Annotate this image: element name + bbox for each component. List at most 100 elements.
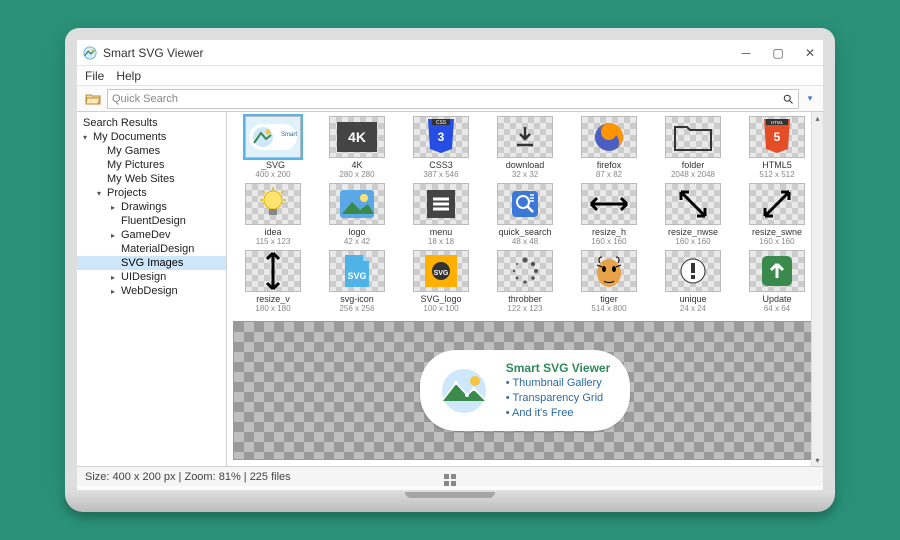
thumbnail-grid: Smart SVG_SVG400 x 2004K4K280 x 2803CSSC… xyxy=(227,112,823,317)
throbber-icon xyxy=(497,250,553,292)
search-input[interactable]: Quick Search xyxy=(107,89,799,109)
4k-icon: 4K xyxy=(329,116,385,158)
tree-item[interactable]: ▸WebDesign xyxy=(77,284,226,298)
download-icon xyxy=(497,116,553,158)
thumbnail[interactable]: tiger514 x 800 xyxy=(569,250,649,313)
thumbnail-dimensions: 87 x 82 xyxy=(596,170,622,179)
thumbnail-name: HTML5 xyxy=(762,160,792,170)
thumbnail[interactable]: menu18 x 18 xyxy=(401,183,481,246)
app-title: Smart SVG Viewer xyxy=(103,46,203,60)
thumbnail-dimensions: 32 x 32 xyxy=(512,170,538,179)
toolbar-dropdown[interactable]: ▾ xyxy=(803,93,817,104)
svg-file-icon: SVG xyxy=(329,250,385,292)
minimize-button[interactable]: ─ xyxy=(739,46,753,60)
thumbnail-dimensions: 160 x 160 xyxy=(675,237,710,246)
maximize-button[interactable]: ▢ xyxy=(771,46,785,60)
tree-item[interactable]: FluentDesign xyxy=(77,214,226,228)
thumbnail[interactable]: unique24 x 24 xyxy=(653,250,733,313)
tiger-icon xyxy=(581,250,637,292)
tree-item[interactable]: My Pictures xyxy=(77,158,226,172)
resize-swne-icon xyxy=(749,183,805,225)
logo-icon xyxy=(329,183,385,225)
thumbnail[interactable]: 4K4K280 x 280 xyxy=(317,116,397,179)
tree-search-results[interactable]: Search Results xyxy=(77,116,226,130)
tree-item[interactable]: ▸Drawings xyxy=(77,200,226,214)
thumbnail[interactable]: resize_swne160 x 160 xyxy=(737,183,817,246)
thumbnail[interactable]: folder2048 x 2048 xyxy=(653,116,733,179)
scrollbar[interactable]: ▴ ▾ xyxy=(811,112,823,466)
thumbnail-dimensions: 24 x 24 xyxy=(680,304,706,313)
tree-item[interactable]: ▾Projects xyxy=(77,186,226,200)
thumbnail[interactable]: firefox87 x 82 xyxy=(569,116,649,179)
svg-text:Smart SVG: Smart SVG xyxy=(281,132,297,138)
thumbnail-dimensions: 514 x 800 xyxy=(591,304,626,313)
thumbnail-name: unique xyxy=(679,294,706,304)
preview-line-1: • Thumbnail Gallery xyxy=(506,376,611,391)
thumbnail-dimensions: 387 x 546 xyxy=(423,170,458,179)
thumbnail-dimensions: 400 x 200 xyxy=(255,170,290,179)
thumbnail[interactable]: SVGSVG_logo100 x 100 xyxy=(401,250,481,313)
open-folder-button[interactable] xyxy=(83,89,103,109)
preview-line-2: • Transparency Grid xyxy=(506,391,611,406)
thumbnail-dimensions: 42 x 42 xyxy=(344,237,370,246)
svg-text:5: 5 xyxy=(774,130,781,144)
svg-text:SVG: SVG xyxy=(434,270,449,277)
tree-item[interactable]: My Web Sites xyxy=(77,172,226,186)
preview-logo-icon xyxy=(434,367,494,415)
resize-h-icon xyxy=(581,183,637,225)
thumbnail-dimensions: 160 x 160 xyxy=(759,237,794,246)
thumbnail-name: resize_swne xyxy=(752,227,802,237)
thumbnail-dimensions: 256 x 256 xyxy=(339,304,374,313)
svg-text:4K: 4K xyxy=(348,129,366,145)
thumbnail-name: firefox xyxy=(597,160,622,170)
update-icon xyxy=(749,250,805,292)
thumbnail[interactable]: resize_h160 x 160 xyxy=(569,183,649,246)
thumbnail-name: download xyxy=(506,160,545,170)
tree-item[interactable]: SVG Images xyxy=(77,256,226,270)
thumbnail-name: quick_search xyxy=(498,227,551,237)
tree-item[interactable]: My Games xyxy=(77,144,226,158)
thumbnail-dimensions: 100 x 100 xyxy=(423,304,458,313)
thumbnail[interactable]: download32 x 32 xyxy=(485,116,565,179)
laptop-base xyxy=(65,490,835,512)
thumbnail-dimensions: 280 x 280 xyxy=(339,170,374,179)
close-button[interactable]: ✕ xyxy=(803,46,817,60)
tree-item[interactable]: MaterialDesign xyxy=(77,242,226,256)
menu-file[interactable]: File xyxy=(85,69,104,83)
thumbnail-name: CSS3 xyxy=(429,160,453,170)
toolbar: Quick Search ▾ xyxy=(77,86,823,112)
preview-line-3: • And it's Free xyxy=(506,406,611,421)
tree-item[interactable]: ▾My Documents xyxy=(77,130,226,144)
thumbnail-name: folder xyxy=(682,160,705,170)
thumbnail-dimensions: 115 x 123 xyxy=(256,237,291,246)
scroll-down-icon[interactable]: ▾ xyxy=(812,454,823,466)
tree-item[interactable]: ▸GameDev xyxy=(77,228,226,242)
thumbnail[interactable]: Smart SVG_SVG400 x 200 xyxy=(233,116,313,179)
thumbnail-name: throbber xyxy=(508,294,542,304)
tree-item[interactable]: ▸UIDesign xyxy=(77,270,226,284)
thumbnail-dimensions: 160 x 160 xyxy=(591,237,626,246)
thumbnail[interactable]: resize_v180 x 180 xyxy=(233,250,313,313)
thumbnail-name: logo xyxy=(348,227,365,237)
preview-card: Smart SVG Viewer • Thumbnail Gallery • T… xyxy=(420,350,631,431)
unique-icon xyxy=(665,250,721,292)
scroll-up-icon[interactable]: ▴ xyxy=(812,112,823,124)
thumbnail[interactable]: resize_nwse160 x 160 xyxy=(653,183,733,246)
thumbnail[interactable]: SVG svg-icon256 x 256 xyxy=(317,250,397,313)
preview-title: Smart SVG Viewer xyxy=(506,360,611,376)
thumbnail[interactable]: idea115 x 123 xyxy=(233,183,313,246)
titlebar: Smart SVG Viewer ─ ▢ ✕ xyxy=(77,40,823,66)
thumbnail[interactable]: 5HTMLHTML5512 x 512 xyxy=(737,116,817,179)
thumbnail-name: resize_v xyxy=(256,294,290,304)
thumbnail[interactable]: logo42 x 42 xyxy=(317,183,397,246)
thumbnail[interactable]: quick_search48 x 48 xyxy=(485,183,565,246)
menubar: File Help xyxy=(77,66,823,86)
thumbnail-name: svg-icon xyxy=(340,294,374,304)
thumbnail-dimensions: 122 x 123 xyxy=(507,304,542,313)
thumbnail[interactable]: Update64 x 64 xyxy=(737,250,817,313)
menu-icon xyxy=(413,183,469,225)
thumbnail[interactable]: 3CSSCSS3387 x 546 xyxy=(401,116,481,179)
menu-help[interactable]: Help xyxy=(116,69,141,83)
thumbnail-dimensions: 64 x 64 xyxy=(764,304,790,313)
thumbnail[interactable]: throbber122 x 123 xyxy=(485,250,565,313)
